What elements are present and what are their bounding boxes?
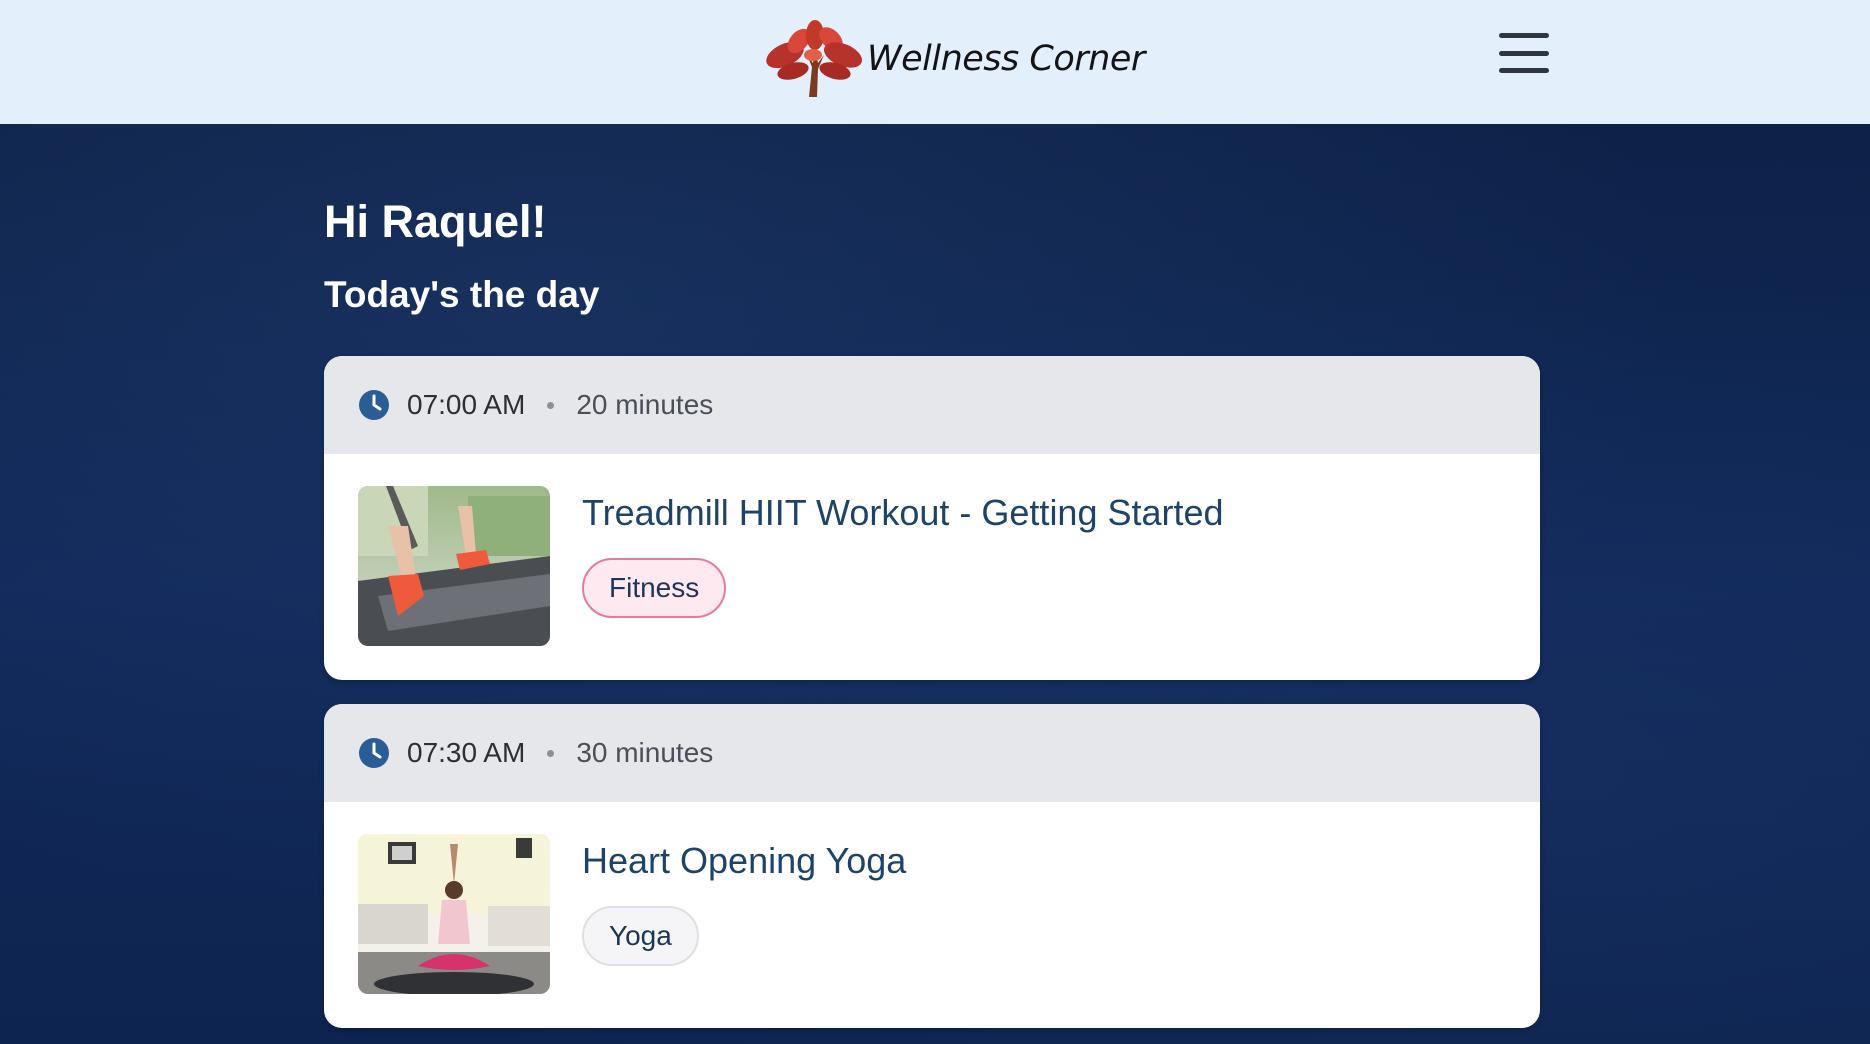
session-card-header: 07:00 AM 20 minutes xyxy=(324,356,1540,454)
session-card[interactable]: 07:30 AM 30 minutes Heart Opening Yoga Y… xyxy=(324,704,1540,1028)
session-card[interactable]: 07:00 AM 20 minutes Treadmill HIIT Worko… xyxy=(324,356,1540,680)
hamburger-menu-icon xyxy=(1499,33,1549,38)
session-card-body: Heart Opening Yoga Yoga xyxy=(324,802,1540,1028)
category-tag-yoga[interactable]: Yoga xyxy=(582,906,699,966)
greeting-heading: Hi Raquel! xyxy=(324,196,547,247)
subheading: Today's the day xyxy=(324,274,600,315)
session-title[interactable]: Heart Opening Yoga xyxy=(582,840,906,882)
session-duration: 30 minutes xyxy=(576,737,714,768)
session-card-body: Treadmill HIIT Workout - Getting Started… xyxy=(324,454,1540,680)
separator-dot xyxy=(547,401,555,409)
top-navigation-bar: Wellness Corner xyxy=(0,0,1870,124)
brand-logo[interactable]: Wellness Corner xyxy=(763,16,1145,102)
session-time: 07:00 AM xyxy=(407,389,526,420)
yoga-pose-thumbnail[interactable] xyxy=(358,834,550,994)
category-tag-fitness[interactable]: Fitness xyxy=(582,558,727,618)
separator-dot xyxy=(547,749,555,757)
session-time: 07:30 AM xyxy=(407,737,526,768)
tree-logo-icon xyxy=(766,20,862,97)
clock-icon xyxy=(359,390,389,420)
clock-icon xyxy=(359,738,389,768)
session-card-header: 07:30 AM 30 minutes xyxy=(324,704,1540,802)
main-content: Hi Raquel! Today's the day 07:00 AM 20 m… xyxy=(0,124,1870,1044)
session-title[interactable]: Treadmill HIIT Workout - Getting Started xyxy=(582,492,1224,534)
hamburger-menu-button[interactable] xyxy=(1496,30,1552,76)
treadmill-runner-thumbnail[interactable] xyxy=(358,486,550,646)
brand-name: Wellness Corner xyxy=(867,39,1145,79)
session-duration: 20 minutes xyxy=(576,389,714,420)
